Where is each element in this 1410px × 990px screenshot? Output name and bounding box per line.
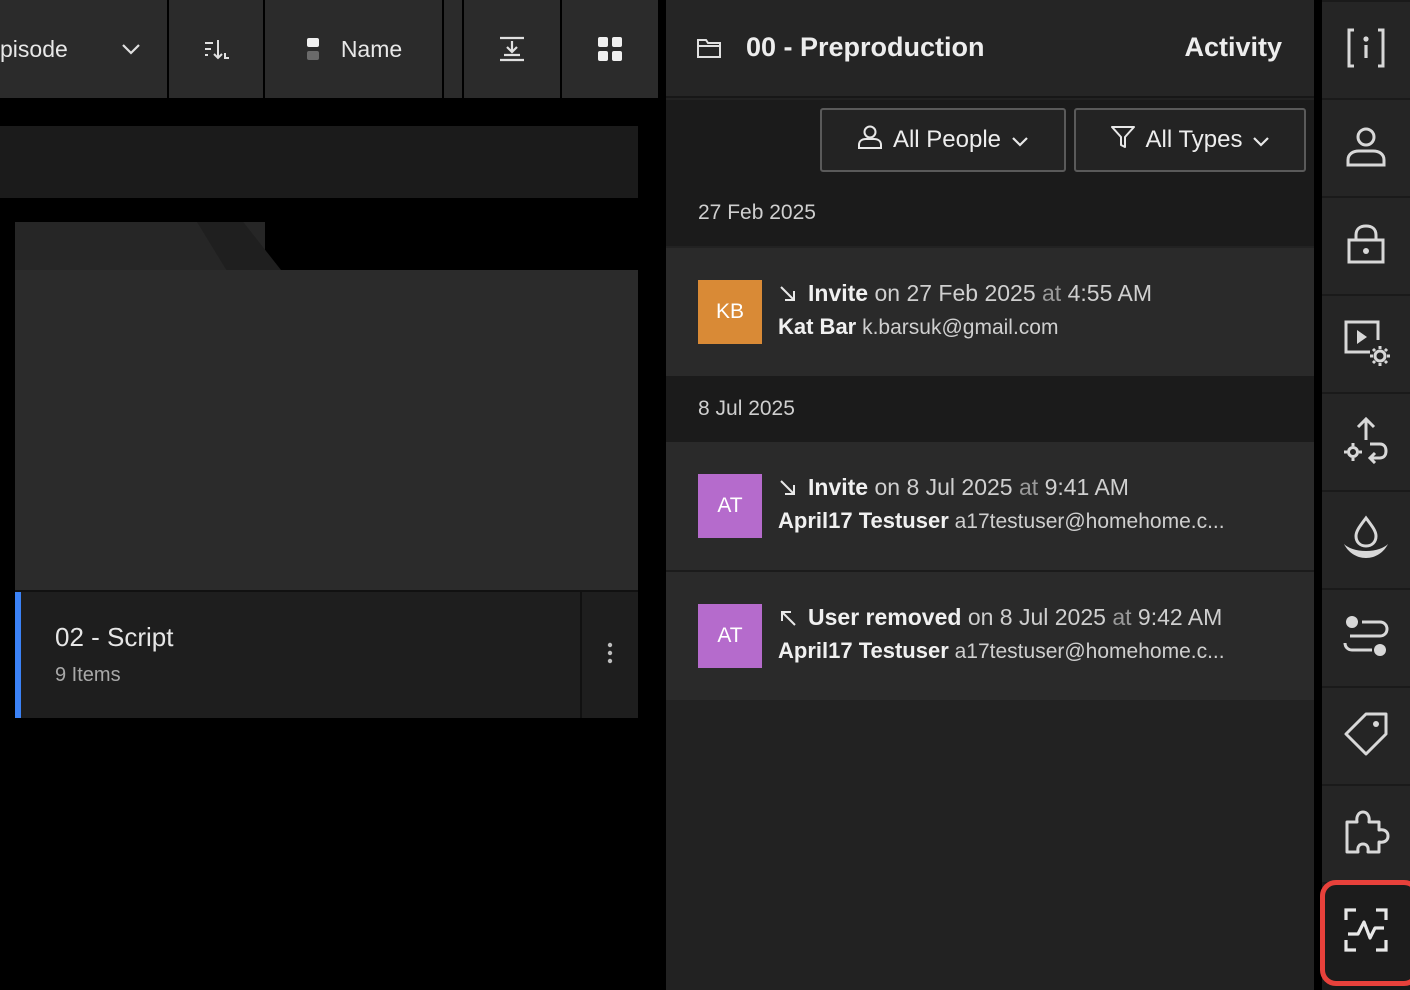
panel-title: Activity (1184, 32, 1282, 62)
types-filter-dropdown[interactable]: All Types (1074, 108, 1306, 172)
at-word: at (1042, 280, 1062, 306)
activity-filters: All People All Types (666, 100, 1314, 180)
rail-playback-settings-button[interactable] (1322, 296, 1410, 392)
watermark-icon (1342, 514, 1390, 567)
date-separator: 8 Jul 2025 (666, 376, 1314, 442)
activity-entry[interactable]: AT Invite on 8 Jul 2025 at 9:41 AM April… (666, 442, 1314, 570)
avatar: AT (698, 604, 762, 668)
on-word: on (967, 604, 994, 630)
user-email: k.barsuk@gmail.com (862, 316, 1059, 339)
activity-date: 8 Jul 2025 (999, 604, 1106, 630)
sort-name-label: Name (340, 35, 403, 62)
activity-date: 8 Jul 2025 (906, 474, 1013, 500)
people-filter-label: All People (892, 126, 1002, 153)
puzzle-icon (1342, 808, 1390, 861)
activity-action: Invite (808, 474, 869, 500)
side-rail (1320, 0, 1410, 990)
tag-icon (1342, 710, 1390, 763)
toggles-icon (1342, 612, 1390, 665)
fit-height-button[interactable] (464, 0, 560, 98)
activity-user: April17 Testuser a17testuser@homehome.c.… (778, 638, 1278, 664)
user-name: April17 Testuser (778, 508, 949, 533)
arrow-up-left-icon (778, 608, 808, 628)
media-settings-icon (1342, 318, 1390, 371)
folder-name: 00 - Preproduction (746, 32, 985, 62)
sort-field-dropdown[interactable]: pisode (0, 0, 167, 98)
activity-header: 00 - Preproduction Activity (666, 0, 1314, 98)
activity-icon (1342, 906, 1390, 959)
upload-settings-icon (1342, 416, 1390, 469)
rail-info-button[interactable] (1322, 2, 1410, 98)
activity-entry[interactable]: KB Invite on 27 Feb 2025 at 4:55 AM Kat … (666, 248, 1314, 376)
activity-summary: User removed on 8 Jul 2025 at 9:42 AM (778, 604, 1222, 631)
folder-thumbnail[interactable] (15, 270, 638, 590)
activity-panel: 00 - Preproduction Activity All People A… (666, 0, 1314, 990)
user-name: Kat Bar (778, 314, 857, 339)
folder-menu-button[interactable] (580, 592, 638, 718)
chevron-down-icon (1011, 126, 1029, 154)
avatar: KB (698, 280, 762, 344)
person-icon (1344, 124, 1388, 173)
folder-browser: pisode Name 02 - Script 9 Items (0, 0, 666, 990)
sort-by-name-button[interactable]: Name (265, 0, 442, 98)
rail-permissions-button[interactable] (1322, 198, 1410, 294)
filter-funnel-icon (1110, 124, 1136, 157)
rail-tags-button[interactable] (1322, 688, 1410, 784)
rail-watermark-button[interactable] (1322, 492, 1410, 588)
chevron-down-icon (1252, 126, 1270, 154)
chevron-down-icon (121, 43, 141, 55)
rail-preferences-button[interactable] (1322, 590, 1410, 686)
browser-toolbar: pisode Name (0, 0, 658, 98)
rail-people-button[interactable] (1322, 100, 1410, 196)
activity-summary: Invite on 27 Feb 2025 at 4:55 AM (778, 280, 1152, 307)
arrow-down-right-icon (778, 284, 808, 304)
sort-descending-icon (202, 37, 230, 61)
selection-accent (15, 592, 21, 718)
user-email: a17testuser@homehome.c... (954, 510, 1225, 533)
types-filter-label: All Types (1145, 126, 1243, 153)
activity-time: 4:55 AM (1067, 280, 1152, 306)
more-vertical-icon (607, 641, 613, 670)
activity-entry[interactable]: AT User removed on 8 Jul 2025 at 9:42 AM… (666, 572, 1314, 700)
fit-vertical-icon (498, 35, 526, 63)
arrow-down-right-icon (778, 478, 808, 498)
activity-summary: Invite on 8 Jul 2025 at 9:41 AM (778, 474, 1129, 501)
activity-user: Kat Bar k.barsuk@gmail.com (778, 314, 1278, 340)
user-email: a17testuser@homehome.c... (954, 640, 1225, 663)
folder-footer: 02 - Script 9 Items (15, 590, 638, 718)
rail-integrations-button[interactable] (1322, 786, 1410, 882)
folder-card[interactable]: 02 - Script 9 Items (15, 222, 638, 718)
lock-icon (1344, 222, 1388, 271)
activity-time: 9:41 AM (1044, 474, 1129, 500)
avatar: AT (698, 474, 762, 538)
activity-user: April17 Testuser a17testuser@homehome.c.… (778, 508, 1278, 534)
toolbar-spacer (444, 0, 462, 98)
filter-bar[interactable] (0, 126, 638, 198)
folder-icon (696, 36, 722, 65)
at-word: at (1112, 604, 1132, 630)
at-word: at (1018, 474, 1039, 500)
people-filter-dropdown[interactable]: All People (820, 108, 1066, 172)
grid-icon (597, 36, 623, 62)
date-separator: 27 Feb 2025 (666, 180, 1314, 246)
sort-field-label: pisode (0, 35, 68, 62)
activity-time: 9:42 AM (1137, 604, 1223, 630)
rail-gap (1314, 0, 1322, 990)
person-icon (857, 124, 883, 157)
on-word: on (874, 474, 901, 500)
user-name: April17 Testuser (778, 638, 949, 663)
sort-direction-button[interactable] (169, 0, 263, 98)
rail-activity-button[interactable] (1320, 880, 1410, 986)
grid-view-button[interactable] (562, 0, 658, 98)
activity-action: User removed (808, 604, 962, 630)
activity-date: 27 Feb 2025 (906, 280, 1036, 306)
rail-upload-settings-button[interactable] (1322, 394, 1410, 490)
toggle-pill-icon (305, 37, 321, 61)
activity-action: Invite (808, 280, 869, 306)
on-word: on (874, 280, 901, 306)
info-icon (1344, 26, 1388, 75)
folder-title[interactable]: 02 - Script (55, 622, 174, 653)
folder-item-count: 9 Items (55, 664, 121, 686)
